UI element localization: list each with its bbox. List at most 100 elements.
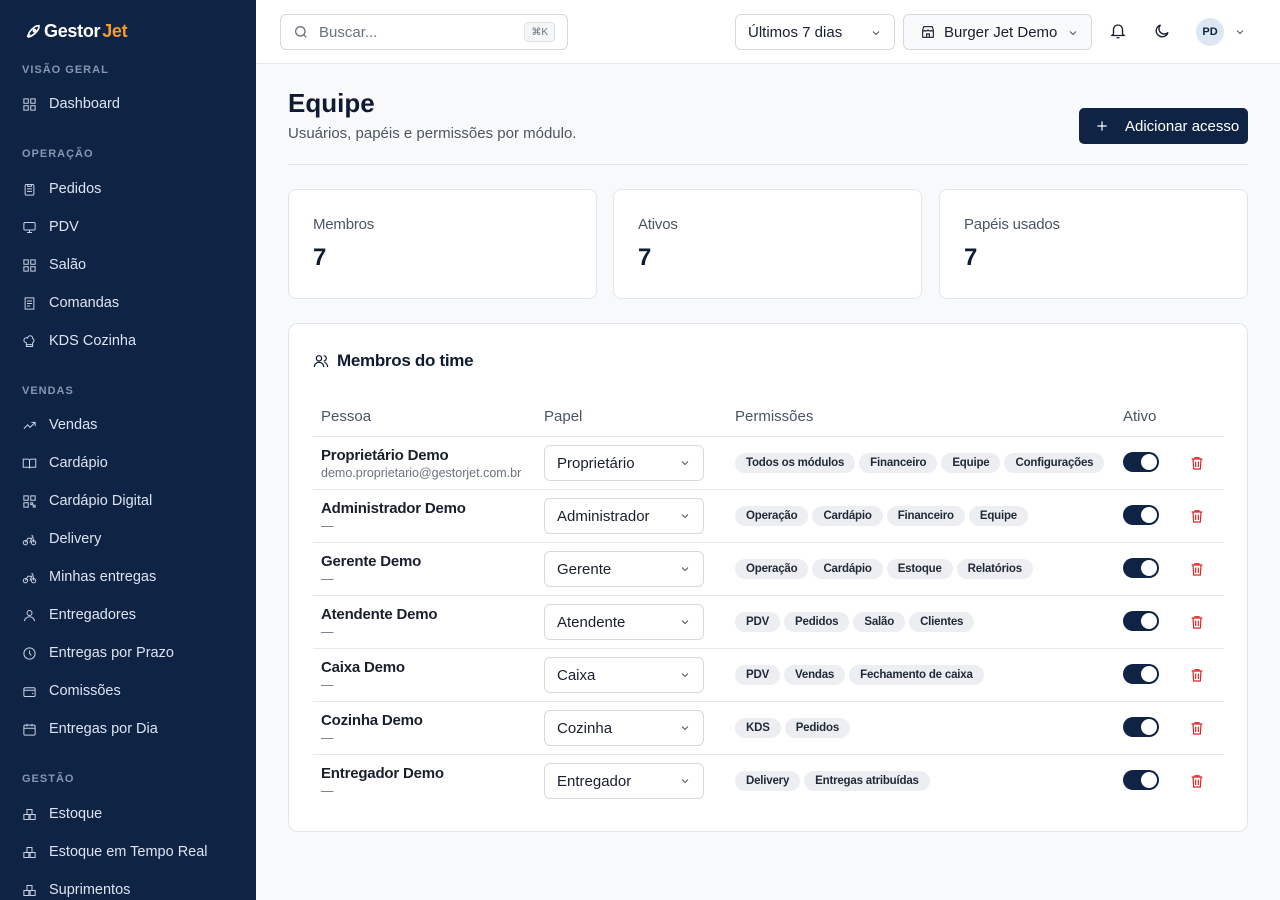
stat-card-ativos: Ativos 7: [613, 189, 922, 299]
search-input[interactable]: [319, 23, 509, 41]
store-select[interactable]: Burger Jet Demo: [903, 14, 1092, 50]
sidebar-item-label: KDS Cozinha: [49, 333, 137, 349]
sidebar-item-estoque-tempo-real[interactable]: Estoque em Tempo Real: [22, 837, 242, 867]
table-row: Cozinha Demo — Cozinha KDS Pedidos: [313, 702, 1224, 755]
member-email: —: [321, 625, 334, 639]
active-toggle[interactable]: [1123, 611, 1159, 631]
bike-icon: [22, 572, 37, 583]
trash-icon[interactable]: [1189, 773, 1205, 789]
role-select[interactable]: Atendente: [544, 604, 704, 640]
permissions-list: Todos os módulos Financeiro Equipe Configur…: [735, 453, 1105, 473]
role-select[interactable]: Proprietário: [544, 445, 704, 481]
role-select[interactable]: Cozinha: [544, 710, 704, 746]
team-members-card: Membros do time Pessoa Papel Permissões …: [288, 323, 1248, 832]
brand-logo[interactable]: Gestor Jet: [24, 20, 128, 42]
stat-card-papeis-usados: Papéis usados 7: [939, 189, 1248, 299]
role-select[interactable]: Administrador: [544, 498, 704, 534]
page-subtitle: Usuários, papéis e permissões por módulo…: [288, 125, 577, 142]
sidebar-item-comandas[interactable]: Comandas: [22, 288, 242, 318]
role-select-value: Cozinha: [557, 719, 613, 737]
period-select[interactable]: Últimos 7 dias: [735, 14, 895, 50]
grid-icon: [23, 97, 36, 111]
table-row: Gerente Demo — Gerente Operação Cardápio Esto…: [313, 543, 1224, 596]
permission-chip: Vendas: [784, 665, 846, 685]
table-row: Administrador Demo — Administrador Operação…: [313, 490, 1224, 543]
member-name: Entregador Demo: [321, 765, 444, 782]
sidebar-item-cardapio-digital[interactable]: Cardápio Digital: [22, 486, 242, 516]
sidebar-item-estoque[interactable]: Estoque: [22, 799, 242, 829]
nav-section-visao-geral: VISÃO GERAL: [22, 64, 109, 76]
header-divider: [288, 164, 1248, 165]
clock-icon: [23, 646, 36, 660]
sidebar-item-cardapio[interactable]: Cardápio: [22, 448, 242, 478]
sidebar-item-label: Entregas por Dia: [49, 721, 158, 737]
sidebar-item-vendas[interactable]: Vendas: [22, 410, 242, 440]
column-header-person: Pessoa: [321, 408, 372, 425]
sidebar-item-entregas-por-dia[interactable]: Entregas por Dia: [22, 714, 242, 744]
sidebar-item-dashboard[interactable]: Dashboard: [22, 89, 242, 119]
add-access-button[interactable]: Adicionar acesso: [1079, 108, 1248, 144]
sidebar-item-kds-cozinha[interactable]: KDS Cozinha: [22, 326, 242, 356]
active-toggle[interactable]: [1123, 770, 1159, 790]
trash-icon[interactable]: [1189, 455, 1205, 471]
trash-icon[interactable]: [1189, 667, 1205, 683]
calendar-icon: [23, 723, 36, 736]
sidebar-item-suprimentos[interactable]: Suprimentos: [22, 875, 242, 900]
search-box[interactable]: ⌘K: [280, 14, 568, 50]
permission-chip: Todos os módulos: [735, 453, 856, 473]
store-icon: [922, 26, 934, 38]
member-email: —: [321, 731, 334, 745]
active-toggle[interactable]: [1123, 505, 1159, 525]
table-row: Caixa Demo — Caixa PDV Vendas Fechamento de c…: [313, 649, 1224, 702]
role-select[interactable]: Entregador: [544, 763, 704, 799]
role-select-value: Administrador: [557, 507, 650, 525]
role-select[interactable]: Caixa: [544, 657, 704, 693]
moon-icon[interactable]: [1153, 22, 1171, 40]
nav-section-vendas: VENDAS: [22, 385, 74, 397]
column-header-permissions: Permissões: [735, 408, 814, 425]
wallet-icon: [23, 686, 36, 697]
active-toggle[interactable]: [1123, 558, 1159, 578]
sidebar-item-minhas-entregas[interactable]: Minhas entregas: [22, 562, 242, 592]
sidebar-item-comissoes[interactable]: Comissões: [22, 676, 242, 706]
trash-icon[interactable]: [1189, 561, 1205, 577]
member-email: —: [321, 678, 334, 692]
active-toggle[interactable]: [1123, 664, 1159, 684]
period-select-value: Últimos 7 dias: [748, 23, 843, 41]
store-select-value: Burger Jet Demo: [944, 23, 1058, 41]
sidebar-item-delivery[interactable]: Delivery: [22, 524, 242, 554]
toggle-knob: [1141, 507, 1157, 523]
stat-label: Ativos: [638, 216, 678, 233]
toggle-knob: [1141, 454, 1157, 470]
role-select[interactable]: Gerente: [544, 551, 704, 587]
chevron-down-icon: [681, 461, 689, 466]
sidebar-item-salao[interactable]: Salão: [22, 250, 242, 280]
boxes-icon: [23, 884, 36, 896]
permissions-list: KDS Pedidos: [735, 718, 851, 738]
active-toggle[interactable]: [1123, 717, 1159, 737]
trash-icon[interactable]: [1189, 720, 1205, 736]
sidebar-item-pdv[interactable]: PDV: [22, 212, 242, 242]
trash-icon[interactable]: [1189, 508, 1205, 524]
sidebar-item-entregas-por-prazo[interactable]: Entregas por Prazo: [22, 638, 242, 668]
member-name: Administrador Demo: [321, 500, 466, 517]
sidebar-item-entregadores[interactable]: Entregadores: [22, 600, 242, 630]
permission-chip: Entregas atribuídas: [804, 771, 930, 791]
sidebar-item-pedidos[interactable]: Pedidos: [22, 174, 242, 204]
permission-chip: Cardápio: [812, 559, 883, 579]
permission-chip: Delivery: [735, 771, 801, 791]
trash-icon[interactable]: [1189, 614, 1205, 630]
bell-icon[interactable]: [1109, 22, 1127, 40]
users-icon: [313, 355, 329, 368]
active-toggle[interactable]: [1123, 452, 1159, 472]
permission-chip: Pedidos: [784, 612, 850, 632]
chevron-down-icon[interactable]: [1234, 26, 1246, 38]
sidebar-item-label: Salão: [49, 257, 87, 273]
nav-section-gestao: GESTÃO: [22, 773, 75, 785]
team-card-title-text: Membros do time: [337, 351, 474, 370]
rocket-icon: [26, 24, 40, 38]
avatar[interactable]: PD: [1196, 18, 1224, 46]
clipboard-icon: [24, 183, 35, 196]
permission-chip: Pedidos: [784, 718, 851, 738]
qr-code-icon: [23, 494, 36, 508]
